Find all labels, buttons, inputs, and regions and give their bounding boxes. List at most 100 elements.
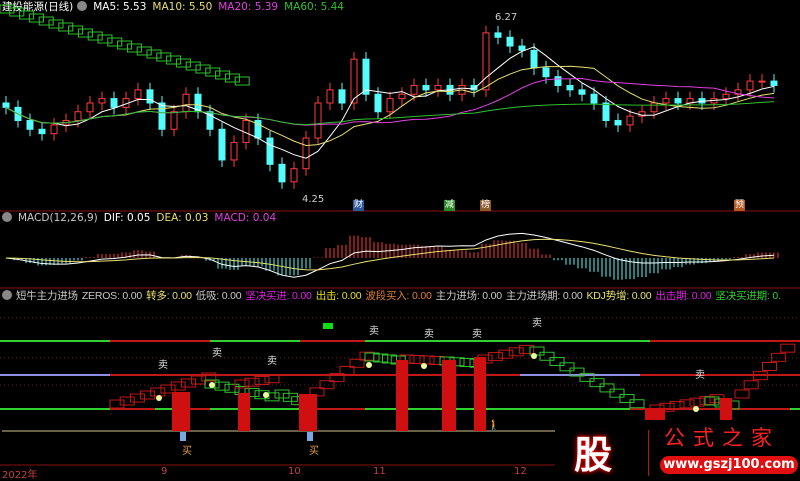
stair-box (140, 390, 156, 400)
stair-box (409, 355, 425, 364)
candle (50, 124, 58, 135)
stair-box (559, 362, 575, 372)
candle (290, 168, 298, 183)
walker-icon: 🚶 (487, 419, 501, 432)
stair-box (146, 49, 162, 59)
stair-box (214, 381, 230, 391)
logo-url: www.gszj100.com (660, 456, 798, 474)
sell-signal: 卖 (267, 356, 277, 367)
chujiqi-value: 出击期: 0.00 (655, 290, 712, 302)
jianjueqi-value: 坚决买进期: 0. (715, 290, 781, 302)
event-tag[interactable]: 减 (444, 200, 456, 211)
x-axis-label: 12 (514, 466, 527, 477)
stair-box (68, 25, 84, 35)
candle (494, 32, 502, 38)
macd-value: MACD: 0.04 (214, 212, 277, 224)
candle (662, 98, 670, 104)
stair-box (19, 10, 35, 20)
macd-panel (5, 232, 779, 280)
candle (182, 93, 190, 113)
stair-box (780, 343, 796, 353)
stair-box (282, 392, 298, 402)
stair-box (191, 375, 207, 385)
candle (86, 102, 94, 113)
candle (554, 76, 562, 86)
stair-box (689, 397, 705, 407)
candle (434, 84, 442, 91)
stair-box (107, 37, 123, 47)
candle (362, 58, 370, 95)
sell-signal: 卖 (424, 329, 434, 340)
event-tag[interactable]: 榜 (480, 200, 492, 211)
zhuanduo-value: 转多: 0.00 (146, 290, 192, 302)
event-tag[interactable]: 预 (734, 200, 746, 211)
candle (590, 93, 598, 104)
indicator-header: 短牛主力进场 ZEROS: 0.00 转多: 0.00 低吸: 0.00 坚决买进: 0… (2, 289, 781, 303)
chart-canvas[interactable]: 🚶 (0, 0, 800, 479)
stair-box (166, 55, 182, 65)
candle (218, 128, 226, 161)
x-axis-label: 9 (161, 466, 168, 477)
candle (626, 115, 634, 126)
stair-box (180, 378, 196, 388)
stair-box (185, 61, 201, 71)
jianjue-value: 坚决买进: 0.00 (245, 290, 312, 302)
candle (614, 120, 622, 126)
candle (674, 98, 682, 104)
buy-icon (180, 432, 186, 441)
stair-box (97, 34, 113, 44)
stair-box (508, 347, 524, 357)
dixi-value: 低吸: 0.00 (195, 290, 242, 302)
high-price-label: 6.27 (495, 12, 518, 23)
stair-box (117, 40, 133, 50)
candle (374, 93, 382, 113)
stair-box (77, 28, 93, 38)
event-tag[interactable]: 财 (353, 200, 365, 211)
stair-box (48, 19, 64, 29)
dropdown-icon[interactable] (2, 212, 12, 222)
stair-box (734, 389, 750, 399)
dea-value: DEA: 0.03 (156, 212, 209, 224)
stair-box (704, 396, 720, 406)
watermark-logo: 股 公式之家 www.gszj100.com (560, 420, 798, 477)
candle (134, 89, 142, 100)
sell-signal: 卖 (695, 370, 705, 381)
candle (746, 80, 754, 91)
stair-box (498, 349, 514, 359)
candle (2, 102, 10, 108)
stair-box (129, 393, 145, 403)
candle (278, 163, 286, 183)
stair-box (274, 389, 290, 399)
logo-name: 公式之家 (664, 426, 780, 450)
dropdown-icon[interactable] (2, 290, 12, 300)
kdj-value: KDJ势增: 0.00 (586, 290, 652, 302)
stair-box (771, 352, 787, 362)
macd-header: MACD(12,26,9) DIF: 0.05 DEA: 0.03 MACD: 0.0… (2, 211, 282, 225)
stair-box (539, 351, 555, 361)
stair-box (549, 357, 565, 367)
stair-box (419, 355, 435, 365)
stair-box (599, 383, 615, 393)
stair-box (234, 76, 250, 86)
candle (770, 80, 778, 86)
candle (410, 84, 418, 95)
stair-box (609, 388, 625, 398)
stair-box (487, 352, 503, 362)
candle (758, 80, 766, 83)
logo-char: 股 (574, 433, 613, 477)
stair-box (150, 387, 166, 397)
stair-box (195, 64, 211, 74)
stair-box (254, 376, 270, 385)
candle (506, 36, 514, 47)
candle (350, 58, 358, 104)
macd-name: MACD(12,26,9) (18, 212, 98, 224)
buy-signal: 买 (309, 446, 319, 457)
stair-box (170, 381, 186, 391)
stair-box (38, 16, 54, 26)
candle (170, 111, 178, 130)
sell-signal: 卖 (369, 326, 379, 337)
sell-signal: 卖 (472, 329, 482, 340)
candle (314, 102, 322, 139)
stair-box (0, 4, 15, 14)
stair-box (156, 52, 172, 62)
